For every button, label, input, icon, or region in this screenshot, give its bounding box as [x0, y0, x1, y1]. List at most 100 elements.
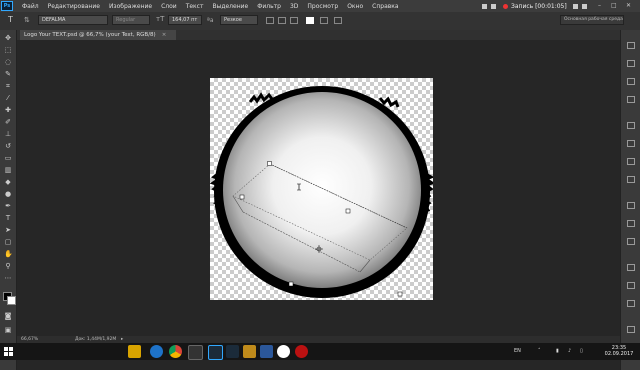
recorder-panel: Запись [00:01:05] — [482, 1, 591, 11]
paths-panel-icon[interactable] — [627, 96, 635, 103]
more-tools-icon[interactable]: ⋯ — [4, 274, 12, 282]
zoom-level[interactable]: 66,67% — [21, 336, 38, 343]
document-tab[interactable]: Logo Your TEXT.psd @ 66,7% (your Text, R… — [20, 30, 177, 40]
dodge-tool-icon[interactable]: ● — [4, 190, 12, 198]
font-family-select[interactable]: DEFALMA — [38, 15, 108, 25]
recorder-icon[interactable] — [295, 345, 308, 358]
align-right-icon[interactable] — [290, 17, 298, 24]
quick-select-tool-icon[interactable]: ✎ — [4, 70, 12, 78]
warp-text-icon[interactable] — [320, 17, 328, 24]
shape-tool-icon[interactable]: ▢ — [4, 238, 12, 246]
folder-icon[interactable] — [243, 345, 256, 358]
eraser-tool-icon[interactable]: ▭ — [4, 154, 12, 162]
text-color-swatch[interactable] — [306, 17, 314, 24]
character-panel-icon[interactable] — [334, 17, 342, 24]
document-canvas[interactable] — [209, 78, 436, 363]
close-tab-icon[interactable]: × — [162, 32, 167, 38]
healing-brush-tool-icon[interactable]: ✚ — [4, 106, 12, 114]
pen-icon[interactable] — [572, 3, 578, 9]
font-style-select[interactable]: Regular — [112, 15, 150, 25]
info-panel-icon[interactable] — [627, 264, 635, 271]
tray-arrow-icon[interactable]: ˄ — [538, 348, 541, 354]
type-tool-icon[interactable]: T — [8, 15, 13, 24]
minimize-icon[interactable]: – — [598, 2, 601, 9]
language-indicator[interactable]: EN — [514, 348, 521, 354]
pen-tool-icon[interactable]: ✒ — [4, 202, 12, 210]
document-size: Док: 1,44М/1,92М — [75, 337, 117, 342]
brushes-panel-icon[interactable] — [627, 238, 635, 245]
ie-icon[interactable] — [150, 345, 163, 358]
pause-icon[interactable] — [482, 3, 487, 9]
camera-icon[interactable] — [581, 3, 587, 9]
status-bar: 66,67% Док: 1,44М/1,92М ▸ — [17, 336, 620, 343]
system-clock[interactable]: 23:35 02.09.2017 — [600, 345, 638, 357]
styles-panel-icon[interactable] — [627, 220, 635, 227]
menu-view[interactable]: Просмотр — [307, 3, 338, 10]
align-center-icon[interactable] — [278, 17, 286, 24]
record-icon — [503, 3, 508, 9]
paragraph-panel-icon[interactable] — [627, 176, 635, 183]
maximize-icon[interactable]: □ — [611, 2, 617, 9]
move-tool-icon[interactable]: ✥ — [4, 34, 12, 42]
menu-file[interactable]: Файл — [22, 3, 39, 10]
timeline-panel-icon[interactable] — [627, 326, 635, 333]
zoom-tool-icon[interactable]: ⚲ — [4, 262, 12, 270]
hand-tool-icon[interactable]: ✋ — [4, 250, 13, 258]
lasso-tool-icon[interactable]: ◌ — [4, 58, 12, 66]
chrome-icon[interactable] — [169, 345, 182, 358]
history-brush-tool-icon[interactable]: ↺ — [4, 142, 12, 150]
menu-window[interactable]: Окно — [347, 3, 363, 10]
marquee-tool-icon[interactable]: ⬚ — [4, 46, 12, 54]
menu-3d[interactable]: 3D — [290, 3, 298, 10]
type-tool-icon[interactable]: T — [4, 214, 12, 222]
obs-icon[interactable] — [226, 345, 239, 358]
yandex-icon[interactable] — [277, 345, 290, 358]
properties-panel-icon[interactable] — [627, 140, 635, 147]
path-select-tool-icon[interactable]: ➤ — [4, 226, 12, 234]
align-left-icon[interactable] — [266, 17, 274, 24]
menu-layers[interactable]: Слои — [161, 3, 177, 10]
history-panel-icon[interactable] — [627, 42, 635, 49]
blur-tool-icon[interactable]: ◆ — [4, 178, 12, 186]
layers-panel-icon[interactable] — [627, 60, 635, 67]
adjustments-panel-icon[interactable] — [627, 122, 635, 129]
character-panel-icon[interactable] — [627, 158, 635, 165]
quick-mask-icon[interactable]: ◙ — [4, 312, 12, 320]
canvas-area[interactable] — [17, 40, 620, 363]
stop-icon[interactable] — [491, 3, 496, 9]
explorer-icon[interactable] — [128, 345, 141, 358]
screen-mode-icon[interactable]: ▣ — [4, 326, 12, 334]
eyedropper-tool-icon[interactable]: ⁄ — [4, 94, 12, 102]
workspace-select[interactable]: Основная рабочая среда — [560, 15, 624, 25]
swatches-panel-icon[interactable] — [627, 202, 635, 209]
brush-tool-icon[interactable]: ✐ — [4, 118, 12, 126]
crop-tool-icon[interactable]: ⌗ — [4, 82, 12, 90]
vegas-icon[interactable] — [188, 345, 203, 360]
volume-icon[interactable]: ♪ — [568, 348, 571, 354]
menu-select[interactable]: Выделение — [212, 3, 248, 10]
photoshop-icon[interactable] — [208, 345, 223, 360]
antialias-select[interactable]: Резкое — [220, 15, 258, 25]
menu-edit[interactable]: Редактирование — [48, 3, 100, 10]
windows-start-icon[interactable] — [4, 347, 13, 356]
tools-panel: ✥ ⬚ ◌ ✎ ⌗ ⁄ ✚ ✐ ⊥ ↺ ▭ ▥ ◆ ● ✒ T ➤ ▢ ✋ ⚲ … — [0, 30, 17, 370]
menu-filter[interactable]: Фильтр — [257, 3, 281, 10]
clone-stamp-tool-icon[interactable]: ⊥ — [4, 130, 12, 138]
menu-type[interactable]: Текст — [186, 3, 204, 10]
menu-help[interactable]: Справка — [372, 3, 398, 10]
actions-panel-icon[interactable] — [627, 300, 635, 307]
gradient-tool-icon[interactable]: ▥ — [4, 166, 12, 174]
navigator-panel-icon[interactable] — [627, 282, 635, 289]
background-color-swatch[interactable] — [7, 296, 16, 305]
word-icon[interactable] — [260, 345, 273, 358]
font-size-input[interactable]: 164,07 пт — [168, 15, 202, 25]
notification-icon[interactable]: ▯ — [580, 348, 583, 354]
network-icon[interactable]: ▮ — [556, 348, 559, 354]
orientation-icon[interactable]: ⇅ — [24, 16, 30, 24]
menu-image[interactable]: Изображение — [109, 3, 152, 10]
status-arrow-icon[interactable]: ▸ — [121, 336, 123, 343]
antialias-icon: ªa — [207, 17, 214, 24]
close-window-icon[interactable]: ✕ — [626, 2, 631, 9]
channels-panel-icon[interactable] — [627, 78, 635, 85]
clock-date: 02.09.2017 — [604, 351, 634, 357]
